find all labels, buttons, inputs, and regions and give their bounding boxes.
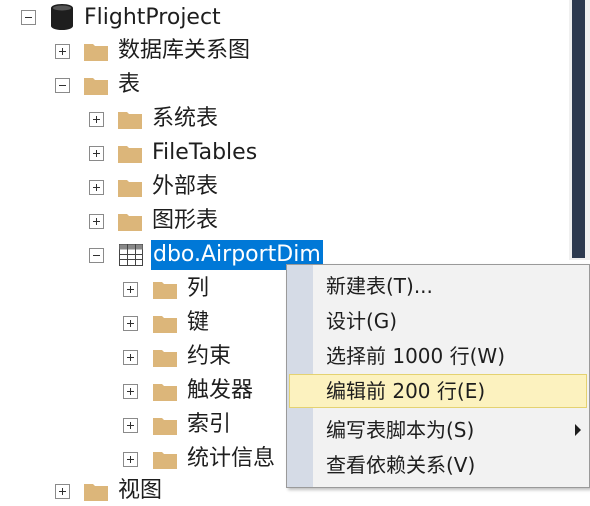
expand-toggle-filetables[interactable]: [89, 146, 104, 161]
folder-icon: [153, 350, 177, 367]
collapse-toggle-flightproject[interactable]: [21, 10, 36, 25]
menu-item-new-table[interactable]: 新建表(T)...: [289, 269, 587, 303]
tree-node-label[interactable]: FlightProject: [84, 3, 221, 33]
folder-icon: [84, 484, 108, 501]
folder-icon: [153, 452, 177, 469]
tree-node-label[interactable]: 索引: [187, 410, 231, 440]
context-menu: 新建表(T)... 设计(G) 选择前 1000 行(W) 编辑前 200 行(…: [286, 264, 590, 488]
tree-node-label[interactable]: 图形表: [152, 206, 218, 236]
expand-toggle-keys[interactable]: [123, 316, 138, 331]
folder-icon: [118, 112, 142, 129]
folder-icon: [118, 180, 142, 197]
menu-item-view-dependencies[interactable]: 查看依赖关系(V): [289, 448, 587, 482]
tree-node-label[interactable]: 表: [118, 70, 140, 100]
menu-item-script-table-as[interactable]: 编写表脚本为(S): [289, 413, 587, 447]
scrollbar-thumb[interactable]: [572, 0, 585, 258]
folder-icon: [84, 44, 108, 61]
collapse-toggle-tables[interactable]: [55, 78, 70, 93]
expand-toggle-system-tables[interactable]: [89, 112, 104, 127]
menu-item-label: 选择前 1000 行(W): [326, 344, 505, 368]
tree-node-label[interactable]: FileTables: [152, 138, 257, 168]
tree-node-label[interactable]: 统计信息: [187, 444, 275, 474]
collapse-toggle-airportdim[interactable]: [89, 248, 104, 263]
expand-toggle-statistics[interactable]: [123, 452, 138, 467]
tree-node-label[interactable]: 触发器: [187, 376, 253, 406]
table-icon: [119, 244, 143, 266]
folder-icon: [153, 282, 177, 299]
expand-toggle-columns[interactable]: [123, 282, 138, 297]
folder-icon: [118, 214, 142, 231]
tree-node-label[interactable]: 系统表: [152, 104, 218, 134]
menu-item-label: 编写表脚本为(S): [326, 418, 475, 442]
folder-icon: [84, 78, 108, 95]
menu-item-design[interactable]: 设计(G): [289, 304, 587, 338]
tree-node-label[interactable]: 列: [187, 274, 209, 304]
expand-toggle-views[interactable]: [55, 484, 70, 499]
menu-item-label: 设计(G): [326, 309, 398, 333]
tree-node-label[interactable]: 视图: [118, 476, 162, 506]
expand-toggle-constraints[interactable]: [123, 350, 138, 365]
database-icon: [51, 4, 73, 30]
folder-icon: [153, 384, 177, 401]
menu-item-select-top-1000[interactable]: 选择前 1000 行(W): [289, 339, 587, 373]
menu-item-edit-top-200[interactable]: 编辑前 200 行(E): [289, 374, 587, 408]
menu-item-label: 新建表(T)...: [326, 274, 433, 298]
folder-icon: [153, 418, 177, 435]
menu-item-label: 查看依赖关系(V): [326, 453, 476, 477]
tree-node-label[interactable]: 外部表: [152, 172, 218, 202]
menu-item-label: 编辑前 200 行(E): [326, 379, 486, 403]
expand-toggle-external-tables[interactable]: [89, 180, 104, 195]
tree-node-label[interactable]: 数据库关系图: [118, 36, 250, 66]
submenu-arrow-icon: [575, 424, 581, 436]
expand-toggle-graph-tables[interactable]: [89, 214, 104, 229]
tree-node-label[interactable]: 约束: [187, 342, 231, 372]
expand-toggle-triggers[interactable]: [123, 384, 138, 399]
tree-node-label[interactable]: 键: [187, 308, 209, 338]
folder-icon: [118, 146, 142, 163]
expand-toggle-diagrams[interactable]: [55, 44, 70, 59]
folder-icon: [153, 316, 177, 333]
expand-toggle-indexes[interactable]: [123, 418, 138, 433]
